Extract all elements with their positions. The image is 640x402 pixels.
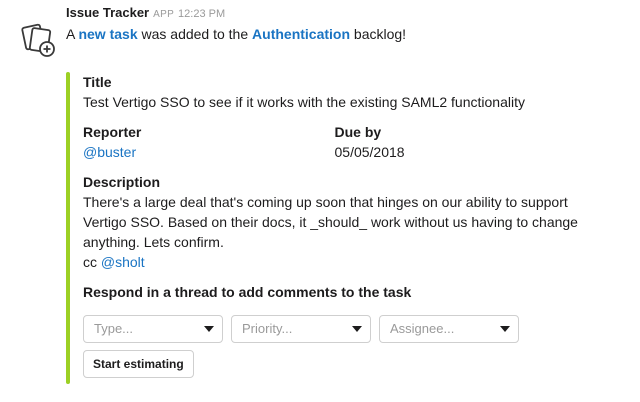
title-label: Title: [83, 74, 112, 90]
due-field: Due by 05/05/2018: [335, 122, 587, 162]
start-estimating-button[interactable]: Start estimating: [83, 350, 194, 378]
description-field: Description There's a large deal that's …: [83, 172, 586, 272]
cc-line: cc @sholt: [83, 252, 586, 272]
select-row: Type... Priority... Assignee...: [83, 315, 586, 343]
reporter-field: Reporter @buster: [83, 122, 335, 162]
assignee-select-placeholder: Assignee...: [390, 321, 455, 336]
reporter-link[interactable]: @buster: [83, 142, 335, 162]
caret-down-icon: [500, 326, 510, 332]
new-task-link[interactable]: new task: [78, 26, 137, 42]
app-badge: APP: [153, 9, 175, 20]
attachment-accent-bar: [66, 72, 70, 384]
title-value: Test Vertigo SSO to see if it works with…: [83, 94, 525, 110]
caret-down-icon: [204, 326, 214, 332]
respond-hint: Respond in a thread to add comments to t…: [83, 284, 412, 300]
message-text: A new task was added to the Authenticati…: [66, 24, 630, 44]
reporter-label: Reporter: [83, 124, 142, 140]
attachment-content: Title Test Vertigo SSO to see if it work…: [83, 72, 586, 378]
message-text-b: was added to the: [141, 26, 249, 42]
task-attachment: Title Test Vertigo SSO to see if it work…: [66, 72, 586, 384]
type-select[interactable]: Type...: [83, 315, 223, 343]
caret-down-icon: [352, 326, 362, 332]
sender-name[interactable]: Issue Tracker: [66, 5, 149, 20]
cards-add-icon: [21, 23, 55, 57]
message: Issue Tracker APP 12:23 PM A new task was …: [66, 4, 630, 44]
app-avatar[interactable]: [20, 20, 60, 60]
message-text-a: A: [66, 26, 75, 42]
cc-user-link[interactable]: @sholt: [101, 254, 145, 270]
message-header: Issue Tracker APP 12:23 PM: [66, 4, 630, 24]
description-label: Description: [83, 174, 161, 190]
priority-select-placeholder: Priority...: [242, 321, 293, 336]
project-link[interactable]: Authentication: [252, 26, 350, 42]
message-text-c: backlog!: [353, 26, 407, 42]
cc-prefix: cc: [83, 254, 97, 270]
timestamp[interactable]: 12:23 PM: [178, 8, 225, 20]
type-select-placeholder: Type...: [94, 321, 134, 336]
description-text: There's a large deal that's coming up so…: [83, 194, 578, 250]
assignee-select[interactable]: Assignee...: [379, 315, 519, 343]
priority-select[interactable]: Priority...: [231, 315, 371, 343]
meta-row: Reporter @buster Due by 05/05/2018: [83, 122, 586, 162]
due-label: Due by: [334, 124, 382, 140]
due-value: 05/05/2018: [334, 144, 405, 160]
